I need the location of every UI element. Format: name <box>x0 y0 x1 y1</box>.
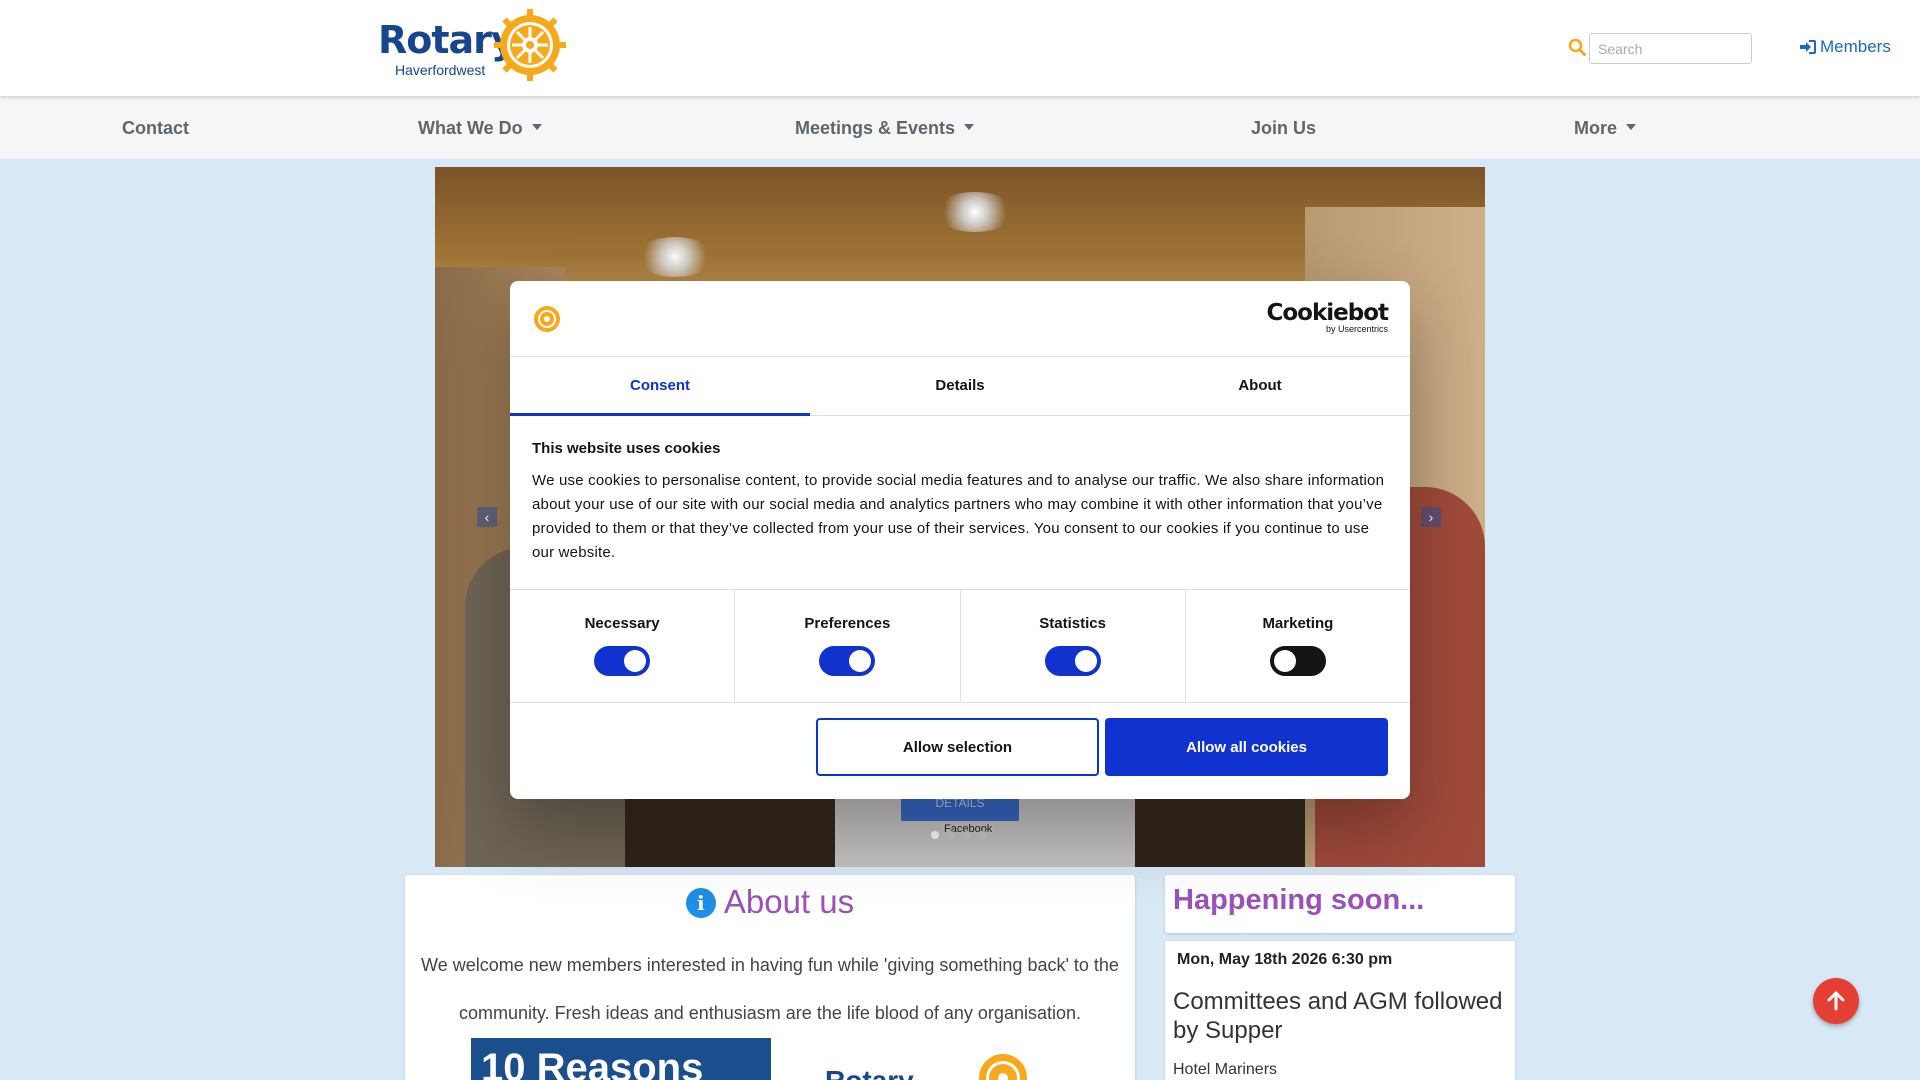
info-icon: i <box>685 888 716 918</box>
main-nav: Contact What We Do Meetings & Events Joi… <box>0 96 1920 159</box>
search-input[interactable] <box>1589 33 1752 64</box>
carousel-dot[interactable] <box>963 831 971 839</box>
scroll-to-top-button[interactable] <box>1813 978 1859 1024</box>
members-label: Members <box>1820 37 1891 56</box>
ten-reasons-image[interactable]: 10 Reasons <box>471 1038 771 1080</box>
happening-soon-title: Happening soon... <box>1173 884 1425 916</box>
tab-consent[interactable]: Consent <box>510 358 810 416</box>
statistics-toggle-switch[interactable] <box>1044 646 1101 676</box>
event-card[interactable]: Mon, May 18th 2026 6:30 pm Committees an… <box>1165 941 1515 1080</box>
members-link[interactable]: Members <box>1800 37 1891 57</box>
rotary-wheel-icon <box>494 9 566 81</box>
marketing-toggle-switch[interactable] <box>1269 646 1326 676</box>
cookie-consent-dialog: Cookiebot by Usercentrics Consent Detail… <box>510 281 1410 799</box>
nav-item-label: More <box>1574 118 1618 138</box>
about-card: i About us We welcome new members interes… <box>405 875 1135 1080</box>
toggle-label: Necessary <box>584 615 660 632</box>
cookie-dialog-header: Cookiebot by Usercentrics <box>510 281 1410 357</box>
toggle-knob <box>849 650 872 672</box>
toggle-statistics: Statistics <box>961 590 1186 702</box>
caret-down-icon <box>964 124 975 131</box>
cookie-description: We use cookies to personalise content, t… <box>532 472 1385 561</box>
nav-item-more[interactable]: More <box>1574 118 1637 139</box>
toggle-necessary: Necessary <box>510 590 736 702</box>
site-header: Rotary Haverfordwest Search Members <box>0 0 1920 96</box>
toggle-label: Preferences <box>804 615 891 632</box>
carousel-dot[interactable] <box>979 831 987 839</box>
site-logo[interactable]: Rotary Haverfordwest <box>378 8 568 82</box>
cookie-tabs: Consent Details About <box>510 358 1410 416</box>
nav-item-contact[interactable]: Contact <box>122 118 189 139</box>
toggle-label: Marketing <box>1262 615 1334 632</box>
sign-in-icon <box>1800 40 1816 54</box>
event-venue: Hotel Mariners <box>1173 1061 1278 1078</box>
slide-photo-light <box>935 192 1015 232</box>
carousel-dot[interactable] <box>947 831 955 839</box>
event-title[interactable]: Committees and AGM followed by Supper <box>1173 987 1513 1045</box>
toggle-knob <box>1273 650 1296 672</box>
caret-down-icon <box>531 124 542 131</box>
rotary-wheel-icon <box>979 1054 1027 1080</box>
nav-item-meetings-events[interactable]: Meetings & Events <box>795 118 975 139</box>
toggle-preferences: Preferences <box>735 590 961 702</box>
toggle-marketing: Marketing <box>1186 590 1410 702</box>
nav-item-label: Meetings & Events <box>795 118 956 138</box>
nav-item-label: Join Us <box>1251 118 1317 138</box>
arrow-up-icon <box>1827 991 1845 1011</box>
carousel-prev-button[interactable]: ‹ <box>477 507 497 527</box>
toggle-label: Statistics <box>1039 615 1106 632</box>
tab-about[interactable]: About <box>1110 358 1410 415</box>
chevron-left-icon: ‹ <box>484 509 490 525</box>
logo-club-name: Haverfordwest <box>395 62 486 78</box>
allow-selection-button[interactable]: Allow selection <box>816 718 1099 776</box>
toggle-knob <box>624 650 647 672</box>
nav-item-label: What We Do <box>418 118 523 138</box>
preferences-toggle-switch[interactable] <box>819 646 876 676</box>
carousel-dot[interactable] <box>931 831 939 839</box>
cookiebot-logo[interactable]: Cookiebot by Usercentrics <box>1266 300 1389 335</box>
necessary-toggle-switch[interactable] <box>594 646 651 676</box>
slide-photo-light <box>635 237 715 277</box>
rotary-wheel-icon <box>534 306 560 332</box>
cookie-title: This website uses cookies <box>532 440 721 457</box>
nav-item-join-us[interactable]: Join Us <box>1251 118 1316 139</box>
rotary-image-word: Rotary <box>825 1065 914 1080</box>
carousel-indicators <box>931 831 987 839</box>
allow-all-cookies-button[interactable]: Allow all cookies <box>1105 718 1388 776</box>
about-heading: i About us <box>405 883 1135 921</box>
carousel-next-button[interactable]: › <box>1421 507 1441 527</box>
cookiebot-logo-main: Cookiebot <box>1266 300 1389 326</box>
chevron-right-icon: › <box>1428 509 1434 525</box>
nav-item-label: Contact <box>122 118 189 138</box>
about-title-text: About us <box>723 883 855 920</box>
caret-down-icon <box>1626 124 1637 131</box>
search-icon[interactable] <box>1568 38 1586 56</box>
toggle-knob <box>1074 650 1097 672</box>
happening-soon-header: Happening soon... <box>1165 875 1515 933</box>
about-text: We welcome new members interested in hav… <box>421 955 1119 1023</box>
tab-details[interactable]: Details <box>810 358 1110 415</box>
nav-item-what-we-do[interactable]: What We Do <box>418 118 542 139</box>
event-date: Mon, May 18th 2026 6:30 pm <box>1177 951 1393 968</box>
cookie-category-toggles: Necessary Preferences Statistics Marketi… <box>510 589 1410 703</box>
